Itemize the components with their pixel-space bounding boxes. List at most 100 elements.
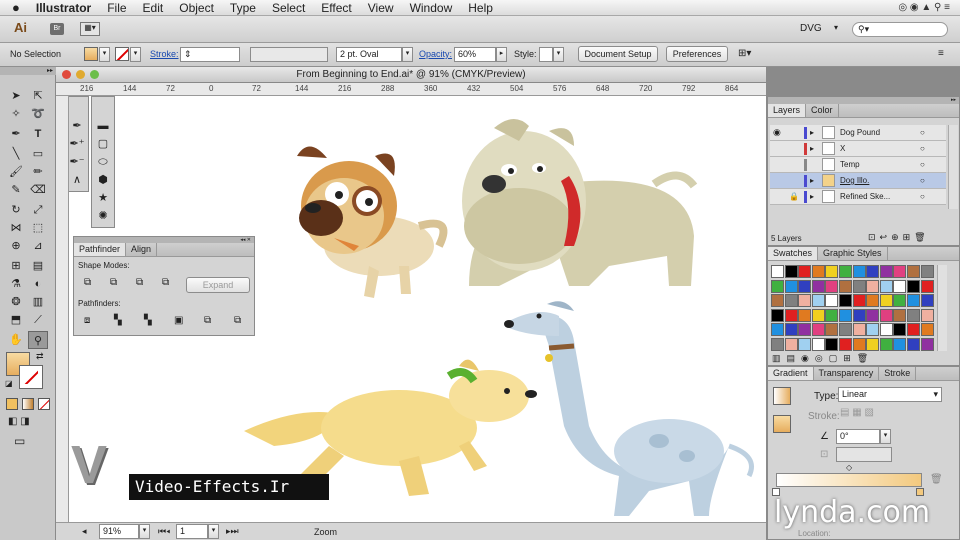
color-swatch[interactable] (771, 338, 784, 351)
trim-icon[interactable]: ▚ (114, 315, 122, 326)
fill-dropdown[interactable]: ▾ (99, 47, 110, 62)
next-artboard-icon[interactable]: ▸⏭ (226, 526, 239, 537)
color-swatch[interactable] (879, 338, 893, 351)
layer-name[interactable]: Temp (840, 157, 860, 172)
stroke-dropdown[interactable]: ▾ (130, 47, 141, 62)
arrange-documents-icon[interactable]: ▦▾ (80, 22, 100, 36)
fill-swatch[interactable] (84, 47, 98, 61)
bridge-button[interactable]: Br (50, 23, 64, 35)
zoom-tool-icon[interactable]: ⚲ (28, 331, 48, 349)
width-tool-icon[interactable]: ⋈ (6, 219, 26, 237)
perspective-grid-tool-icon[interactable]: ⊿ (28, 237, 48, 255)
color-swatch[interactable] (771, 265, 784, 278)
zoom-window-icon[interactable] (90, 70, 99, 79)
color-swatch[interactable] (811, 323, 825, 337)
tab-stroke[interactable]: Stroke (879, 367, 917, 380)
target-circle-icon[interactable]: ○ (920, 173, 925, 188)
opacity-label[interactable]: Opacity: (419, 49, 452, 59)
color-swatch[interactable] (920, 294, 934, 308)
horizontal-ruler[interactable]: 216 144 72 0 72 144 216 288 360 432 504 576 648 720 79… (56, 83, 766, 96)
layer-row[interactable]: ▸ X ○ (770, 141, 946, 157)
rectangle-tool-icon[interactable]: ▭ (28, 145, 48, 163)
color-swatch[interactable] (798, 279, 812, 293)
tab-transparency[interactable]: Transparency (814, 367, 880, 380)
vertical-ruler[interactable] (56, 96, 69, 522)
color-swatch[interactable] (893, 308, 907, 322)
stroke-gradient-options[interactable]: ▤ ▦ ▧ (840, 407, 874, 418)
swap-fill-stroke-icon[interactable]: ⇄ (36, 351, 44, 362)
blob-brush-tool-icon[interactable]: ✎ (6, 181, 26, 199)
symbol-sprayer-tool-icon[interactable]: ❂ (6, 293, 26, 311)
color-swatch[interactable] (852, 338, 866, 351)
color-swatch[interactable] (839, 265, 852, 278)
color-swatch[interactable] (893, 338, 907, 351)
polygon-tool-icon[interactable]: ⬢ (93, 171, 113, 189)
minus-back-icon[interactable]: ⧉ (234, 315, 241, 326)
tab-gradient[interactable]: Gradient (768, 367, 814, 380)
default-fill-stroke-icon[interactable]: ◪ (5, 379, 13, 388)
pencil-tool-icon[interactable]: ✏ (28, 163, 48, 181)
direct-selection-tool-icon[interactable]: ⇱ (28, 87, 48, 105)
color-swatch[interactable] (839, 279, 852, 293)
color-swatch[interactable] (852, 308, 866, 322)
expand-triangle-icon[interactable]: ▸ (810, 125, 814, 140)
color-swatch[interactable] (811, 265, 825, 278)
opacity-field[interactable]: 60% (454, 47, 496, 62)
minus-front-icon[interactable]: ⧉ (110, 277, 117, 288)
target-circle-icon[interactable]: ○ (920, 125, 925, 140)
layer-name[interactable]: X (840, 141, 845, 156)
zoom-dropdown[interactable]: ▾ (139, 524, 150, 539)
target-circle-icon[interactable]: ○ (920, 157, 925, 172)
color-swatch[interactable] (893, 265, 907, 278)
eyedropper-tool-icon[interactable]: ⚗ (6, 275, 26, 293)
previous-artboard-icon[interactable]: ⏮◂ (158, 526, 170, 537)
close-window-icon[interactable] (62, 70, 71, 79)
color-swatch[interactable] (798, 265, 812, 278)
menu-effect[interactable]: Effect (313, 0, 359, 16)
rectangle-flyout-icon[interactable]: ▬ (93, 117, 113, 135)
menu-select[interactable]: Select (264, 0, 313, 16)
mesh-tool-icon[interactable]: ⊞ (6, 257, 26, 275)
color-swatch[interactable] (879, 323, 893, 337)
stroke-weight-stepper[interactable]: ⇕ (180, 47, 240, 62)
pen-tool-icon[interactable]: ✒ (6, 125, 26, 143)
color-swatch[interactable] (825, 265, 839, 278)
tab-graphic-styles[interactable]: Graphic Styles (818, 247, 888, 260)
color-swatch[interactable] (893, 294, 907, 308)
gradient-midpoint-icon[interactable]: ◇ (846, 463, 852, 472)
eraser-tool-icon[interactable]: ⌫ (28, 181, 48, 199)
color-swatch[interactable] (811, 294, 825, 308)
layer-row[interactable]: 🔒 ▸ Refined Ske... ○ (770, 189, 946, 205)
color-swatch[interactable] (811, 338, 825, 351)
tab-layers[interactable]: Layers (768, 104, 807, 117)
color-swatch[interactable] (852, 294, 866, 308)
color-swatch[interactable] (907, 265, 920, 278)
color-swatch[interactable] (907, 338, 920, 351)
lasso-tool-icon[interactable]: ➰ (28, 105, 48, 123)
unite-icon[interactable]: ⧉ (84, 277, 91, 288)
gradient-type-select[interactable]: Linear ▾ (838, 387, 942, 402)
color-mode-button[interactable] (6, 398, 18, 410)
color-swatch[interactable] (798, 323, 812, 337)
gradient-slider[interactable] (776, 473, 922, 487)
expand-triangle-icon[interactable]: ▸ (810, 189, 814, 204)
color-swatch[interactable] (907, 279, 920, 293)
minimize-window-icon[interactable] (76, 70, 85, 79)
pen-flyout-tool-icon[interactable]: ✒ (69, 117, 87, 135)
apple-menu-icon[interactable]: ● (0, 0, 28, 16)
target-circle-icon[interactable]: ○ (920, 141, 925, 156)
menu-illustrator[interactable]: Illustrator (28, 0, 99, 16)
color-swatch[interactable] (825, 323, 839, 337)
menu-type[interactable]: Type (222, 0, 264, 16)
workspace-dropdown-icon[interactable]: ▾ (834, 23, 838, 32)
color-swatch[interactable] (866, 308, 880, 322)
layer-row[interactable]: Temp ○ (770, 157, 946, 173)
merge-icon[interactable]: ▚ (144, 315, 152, 326)
layers-footer-icons[interactable]: ⊡↩⊕⊞🗑 (868, 232, 930, 243)
expand-button[interactable]: Expand (186, 277, 250, 293)
color-swatch[interactable] (866, 338, 880, 351)
menu-view[interactable]: View (360, 0, 402, 16)
tab-pathfinder[interactable]: Pathfinder (74, 243, 127, 256)
color-swatch[interactable] (852, 265, 866, 278)
opacity-dropdown[interactable]: ▸ (496, 47, 507, 62)
